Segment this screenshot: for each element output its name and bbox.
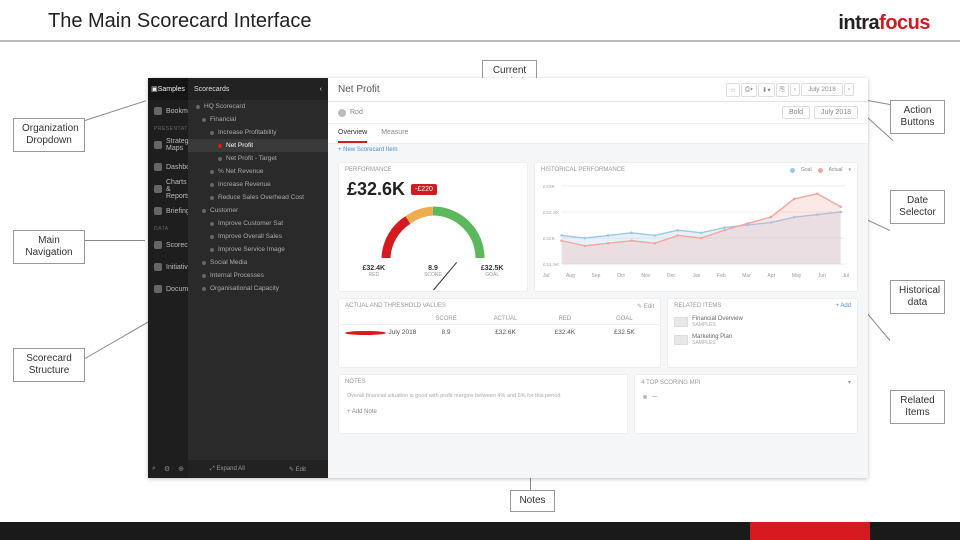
print-button[interactable]: ⎙▾ <box>741 83 757 97</box>
gauge-icon <box>378 206 488 261</box>
tree-item[interactable]: Improve Customer Sat <box>188 217 328 230</box>
chart-title: HISTORICAL PERFORMANCE <box>541 167 625 173</box>
callout-nav: Main Navigation <box>13 230 85 264</box>
date-prev[interactable]: ‹ <box>790 83 800 96</box>
nav-item[interactable]: Dashboards <box>148 156 188 178</box>
callout-tree: Scorecard Structure <box>13 348 85 382</box>
footer-accent <box>750 522 870 540</box>
date-next[interactable]: › <box>844 83 854 96</box>
tree-item[interactable]: Improve Overall Sales <box>188 230 328 243</box>
title-rule <box>0 40 960 42</box>
callout-date: Date Selector <box>890 190 945 224</box>
edit-tree-button[interactable]: ✎ Edit <box>289 466 306 473</box>
tree-item[interactable]: Reduce Sales Overhead Cost <box>188 191 328 204</box>
edit-actuals-button[interactable]: ✎ Edit <box>637 303 654 310</box>
tree-item[interactable]: % Net Revenue <box>188 165 328 178</box>
tab-measure[interactable]: Measure <box>381 124 408 143</box>
perf-head: PERFORMANCE <box>345 167 392 173</box>
svg-text:£31.5K: £31.5K <box>543 262 560 268</box>
related-item[interactable]: Marketing PlanSAMPLES <box>668 331 857 349</box>
bold-button[interactable]: Bold <box>782 106 810 119</box>
share-button[interactable]: ⎘ <box>776 83 789 97</box>
tree-item[interactable]: Organisational Capacity <box>188 282 328 295</box>
action-buttons: ☆ ⎙▾ ⬇▾ ⎘ ‹ July 2018 › <box>722 78 858 102</box>
top-scoring-panel: 4 TOP SCORING MPI▾ — <box>634 374 858 434</box>
search-icon[interactable]: ⌕ <box>152 465 156 473</box>
callout-related: Related Items <box>890 390 945 424</box>
help-icon[interactable]: ⊕ <box>178 465 184 473</box>
tree-item[interactable]: Increase Revenue <box>188 178 328 191</box>
callout-action: Action Buttons <box>890 100 945 134</box>
star-button[interactable]: ☆ <box>726 83 740 97</box>
tree-item[interactable]: Internal Processes <box>188 269 328 282</box>
avatar <box>338 109 346 117</box>
notes-panel: NOTES Overall financial situation is goo… <box>338 374 628 434</box>
chart-xaxis: JulAugSepOctNovDecJanFebMarAprMayJunJul <box>535 273 857 279</box>
owner-row: Rod Bold July 2018 <box>328 102 868 124</box>
svg-text:£32K: £32K <box>543 236 556 242</box>
main-content: Net Profit ☆ ⎙▾ ⬇▾ ⎘ ‹ July 2018 › Rod B… <box>328 78 868 478</box>
app-window: ▣ Samples HomeBookmarksPRESENTATIONStrat… <box>148 78 868 478</box>
nav-item[interactable]: Documents <box>148 278 188 300</box>
note-text: Overall financial situation is good with… <box>339 389 627 405</box>
expand-all-button[interactable]: ⤢ Expand All <box>210 466 245 473</box>
callout-org: Organization Dropdown <box>13 118 85 152</box>
add-related-button[interactable]: + Add <box>835 303 851 309</box>
tree-item[interactable]: HQ Scorecard <box>188 100 328 113</box>
delta-badge: -£220 <box>411 184 437 195</box>
download-button[interactable]: ⬇▾ <box>758 83 775 97</box>
callout-notes: Notes <box>510 490 555 512</box>
nav-item[interactable]: Initiatives <box>148 256 188 278</box>
date-selector[interactable]: July 2018 <box>801 83 843 96</box>
tree-item[interactable]: Improve Service Image <box>188 243 328 256</box>
tabs: Overview Measure <box>328 124 868 144</box>
header-bar: Net Profit ☆ ⎙▾ ⬇▾ ⎘ ‹ July 2018 › <box>328 78 868 102</box>
tree-footer: ⤢ Expand All ✎ Edit <box>188 460 328 478</box>
organization-dropdown[interactable]: ▣ Samples <box>148 78 188 100</box>
period-current[interactable]: July 2018 <box>814 106 858 119</box>
tree-item[interactable]: Net Profit <box>188 139 328 152</box>
historical-chart: HISTORICAL PERFORMANCE GoalActual ▾ £33K… <box>534 162 858 292</box>
current-value: £32.6K-£220 <box>339 177 527 202</box>
slide-title: The Main Scorecard Interface <box>48 10 311 33</box>
nav-item[interactable]: Bookmarks <box>148 100 188 122</box>
rail-utility: ⌕ ⚙ ⊕ <box>148 460 188 478</box>
actual-values-panel: ACTUAL AND THRESHOLD VALUES✎ Edit SCOREA… <box>338 298 661 368</box>
tab-overview[interactable]: Overview <box>338 124 367 143</box>
tree-item[interactable]: Financial <box>188 113 328 126</box>
tree-item[interactable]: Net Profit - Target <box>188 152 328 165</box>
nav-item[interactable]: Strategy Maps <box>148 134 188 156</box>
callout-hist: Historical data <box>890 280 945 314</box>
performance-panel: PERFORMANCE £32.6K-£220 £32.4KRED 8.9SCO… <box>338 162 528 292</box>
add-note-button[interactable]: + Add Note <box>339 405 627 419</box>
tree-item[interactable]: Social Media <box>188 256 328 269</box>
page-title: Net Profit <box>338 84 380 95</box>
new-scorecard-item[interactable]: + New Scorecard Item <box>328 144 868 156</box>
main-navigation: ▣ Samples HomeBookmarksPRESENTATIONStrat… <box>148 78 188 478</box>
nav-item[interactable]: Briefings <box>148 200 188 222</box>
tree-item[interactable]: Customer <box>188 204 328 217</box>
related-item[interactable]: Financial OverviewSAMPLES <box>668 313 857 331</box>
related-items-panel: RELATED ITEMS+ Add Financial OverviewSAM… <box>667 298 858 368</box>
gear-icon[interactable]: ⚙ <box>164 465 170 473</box>
chart-legend: GoalActual ▾ <box>790 167 851 173</box>
tree-item[interactable]: Increase Profitability <box>188 126 328 139</box>
svg-text:£32.5K: £32.5K <box>543 210 560 216</box>
svg-text:£33K: £33K <box>543 184 556 190</box>
brand-logo: intrafocus <box>838 12 930 35</box>
tree-header: Scorecards‹ <box>188 78 328 100</box>
gauge-stats: £32.4KRED 8.9SCORE £32.5KGOAL <box>339 263 527 280</box>
scorecard-tree: Scorecards‹ HQ ScorecardFinancialIncreas… <box>188 78 328 478</box>
nav-item[interactable]: Charts & Reports <box>148 178 188 200</box>
nav-item[interactable]: Scorecards <box>148 234 188 256</box>
